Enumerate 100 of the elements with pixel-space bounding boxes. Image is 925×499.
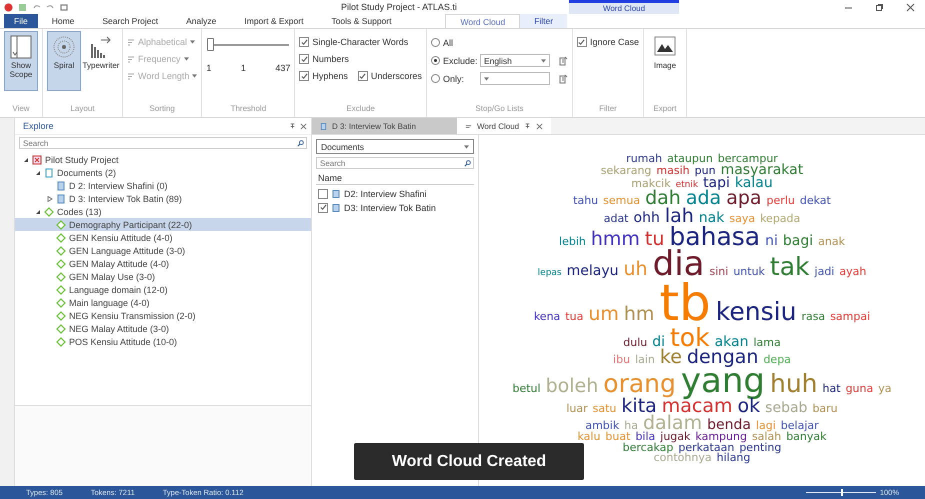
- checkbox-label[interactable]: Hyphens: [312, 71, 348, 81]
- tree-item[interactable]: GEN Kensiu Attitude (4-0): [15, 231, 311, 244]
- app-logo-icon: [4, 2, 13, 12]
- restore-icon[interactable]: [875, 2, 884, 12]
- slider-thumb[interactable]: [207, 38, 214, 51]
- cloud-word: penting: [739, 442, 782, 453]
- ribbon-tab[interactable]: Home: [38, 14, 88, 28]
- radio-label[interactable]: Exclude:: [442, 56, 477, 66]
- cloud-word: bagi: [782, 235, 814, 248]
- tree-item[interactable]: Language domain (12-0): [15, 283, 311, 296]
- tree-item[interactable]: Demography Participant (22-0): [15, 218, 311, 231]
- cloud-word: lagi: [756, 420, 776, 432]
- zoom-thumb[interactable]: [840, 489, 843, 496]
- tree-item[interactable]: GEN Malay Use (3-0): [15, 270, 311, 283]
- checkbox[interactable]: [299, 54, 310, 64]
- tree-item[interactable]: POS Kensiu Attitude (10-0): [15, 335, 311, 348]
- cloud-word: kepada: [760, 214, 800, 224]
- tree-item[interactable]: Codes (13): [15, 205, 311, 218]
- pin-icon[interactable]: [289, 122, 296, 130]
- cloud-word: masyarakat: [720, 164, 804, 178]
- search-field[interactable]: Search: [316, 157, 474, 169]
- tree-item[interactable]: D 3: Interview Tok Batin (89): [15, 192, 311, 205]
- cloud-word: semua: [603, 196, 640, 206]
- caret-icon: [190, 40, 196, 44]
- tree-item[interactable]: Main language (4-0): [15, 296, 311, 309]
- tree-item[interactable]: NEG Malay Attitude (3-0): [15, 322, 311, 335]
- tree-item[interactable]: Documents (2): [15, 166, 311, 179]
- image-button[interactable]: Image: [648, 31, 682, 91]
- spiral-icon: [52, 34, 76, 60]
- radio-label[interactable]: All: [442, 38, 477, 48]
- ribbon-tab[interactable]: Word Cloud: [445, 14, 520, 28]
- checkbox[interactable]: [358, 71, 368, 81]
- panel-icon: [9, 34, 33, 60]
- pin-icon[interactable]: [524, 122, 532, 130]
- tree-item[interactable]: Pilot Study Project: [15, 153, 311, 166]
- checkbox[interactable]: [299, 71, 310, 81]
- close-icon[interactable]: [536, 122, 544, 130]
- search-icon[interactable]: [464, 160, 471, 166]
- tree-item[interactable]: GEN Language Attitude (3-0): [15, 244, 311, 257]
- group-label: Layout: [69, 104, 96, 115]
- checkbox[interactable]: [318, 202, 328, 212]
- tree-item[interactable]: GEN Malay Attitude (4-0): [15, 257, 311, 270]
- bars-arrow-icon: [89, 34, 113, 60]
- expand-arrow-icon[interactable]: [47, 196, 53, 202]
- cloud-word: tb: [659, 280, 711, 326]
- checkbox[interactable]: [299, 37, 310, 47]
- threshold-value: 437: [275, 63, 290, 73]
- document-tab[interactable]: Word Cloud: [457, 118, 552, 134]
- search-icon[interactable]: [297, 140, 304, 146]
- ribbon-tab[interactable]: Import & Export: [230, 14, 318, 28]
- cloud-word: etnik: [676, 181, 698, 190]
- radio-label[interactable]: Only:: [442, 74, 477, 84]
- cloud-word: hilang: [716, 452, 750, 463]
- document-tab[interactable]: D 3: Interview Tok Batin: [312, 118, 457, 134]
- document-icon: [320, 122, 327, 130]
- radio-button[interactable]: [430, 74, 440, 83]
- ribbon-tab[interactable]: Analyze: [172, 14, 230, 28]
- close-icon[interactable]: [906, 2, 915, 12]
- typewriter-button[interactable]: Typewriter: [84, 31, 118, 91]
- edit-list-icon[interactable]: [558, 74, 568, 84]
- scope-dropdown[interactable]: Documents: [316, 139, 474, 154]
- cloud-word: nak: [698, 212, 724, 224]
- expand-arrow-icon[interactable]: [35, 170, 41, 176]
- expand-arrow-icon[interactable]: [23, 156, 29, 162]
- cloud-word: sampai: [830, 312, 870, 322]
- cloud-word: orang: [603, 372, 676, 396]
- cloud-word: lepas: [538, 268, 562, 277]
- caret-icon: [192, 74, 198, 78]
- checkbox[interactable]: [318, 188, 328, 198]
- group-label: View: [11, 104, 31, 115]
- ribbon-tab[interactable]: Filter: [520, 14, 568, 28]
- ribbon-tab[interactable]: Search Project: [88, 14, 172, 28]
- document-name[interactable]: D2: Interview Shafini: [344, 188, 427, 198]
- column-header[interactable]: Name: [316, 172, 474, 185]
- checkbox-label[interactable]: Underscores: [370, 71, 422, 81]
- spiral-button[interactable]: Spiral: [47, 31, 81, 91]
- checkbox-label[interactable]: Ignore Case: [590, 37, 639, 47]
- radio-button[interactable]: [430, 38, 440, 47]
- edit-list-icon[interactable]: [558, 56, 568, 66]
- cloud-word: lain: [635, 354, 655, 365]
- window-icon[interactable]: [60, 2, 69, 12]
- checkbox-label[interactable]: Numbers: [312, 54, 349, 64]
- list-dropdown[interactable]: English: [480, 54, 550, 67]
- window-title: Pilot Study Project - ATLAS.ti: [340, 1, 458, 14]
- document-name[interactable]: D3: Interview Tok Batin: [344, 202, 436, 212]
- checkbox-label[interactable]: Single-Character Words: [312, 37, 408, 47]
- close-icon[interactable]: [300, 122, 307, 130]
- cloud-word: ke: [660, 348, 682, 366]
- cloud-word: makcik: [631, 179, 671, 190]
- expand-arrow-icon[interactable]: [35, 208, 41, 214]
- tree-item[interactable]: D 2: Interview Shafini (0): [15, 179, 311, 192]
- cloud-word: benda: [707, 418, 751, 432]
- search-field[interactable]: Search: [19, 137, 307, 149]
- cloud-word: jugak: [660, 432, 690, 443]
- ribbon-tab[interactable]: File: [4, 14, 38, 28]
- radio-button[interactable]: [430, 56, 440, 65]
- checkbox[interactable]: [576, 37, 587, 47]
- ribbon-tab[interactable]: Tools & Support: [317, 14, 406, 28]
- scope-button[interactable]: Show Scope: [4, 31, 38, 91]
- tree-item[interactable]: NEG Kensiu Transmission (2-0): [15, 309, 311, 322]
